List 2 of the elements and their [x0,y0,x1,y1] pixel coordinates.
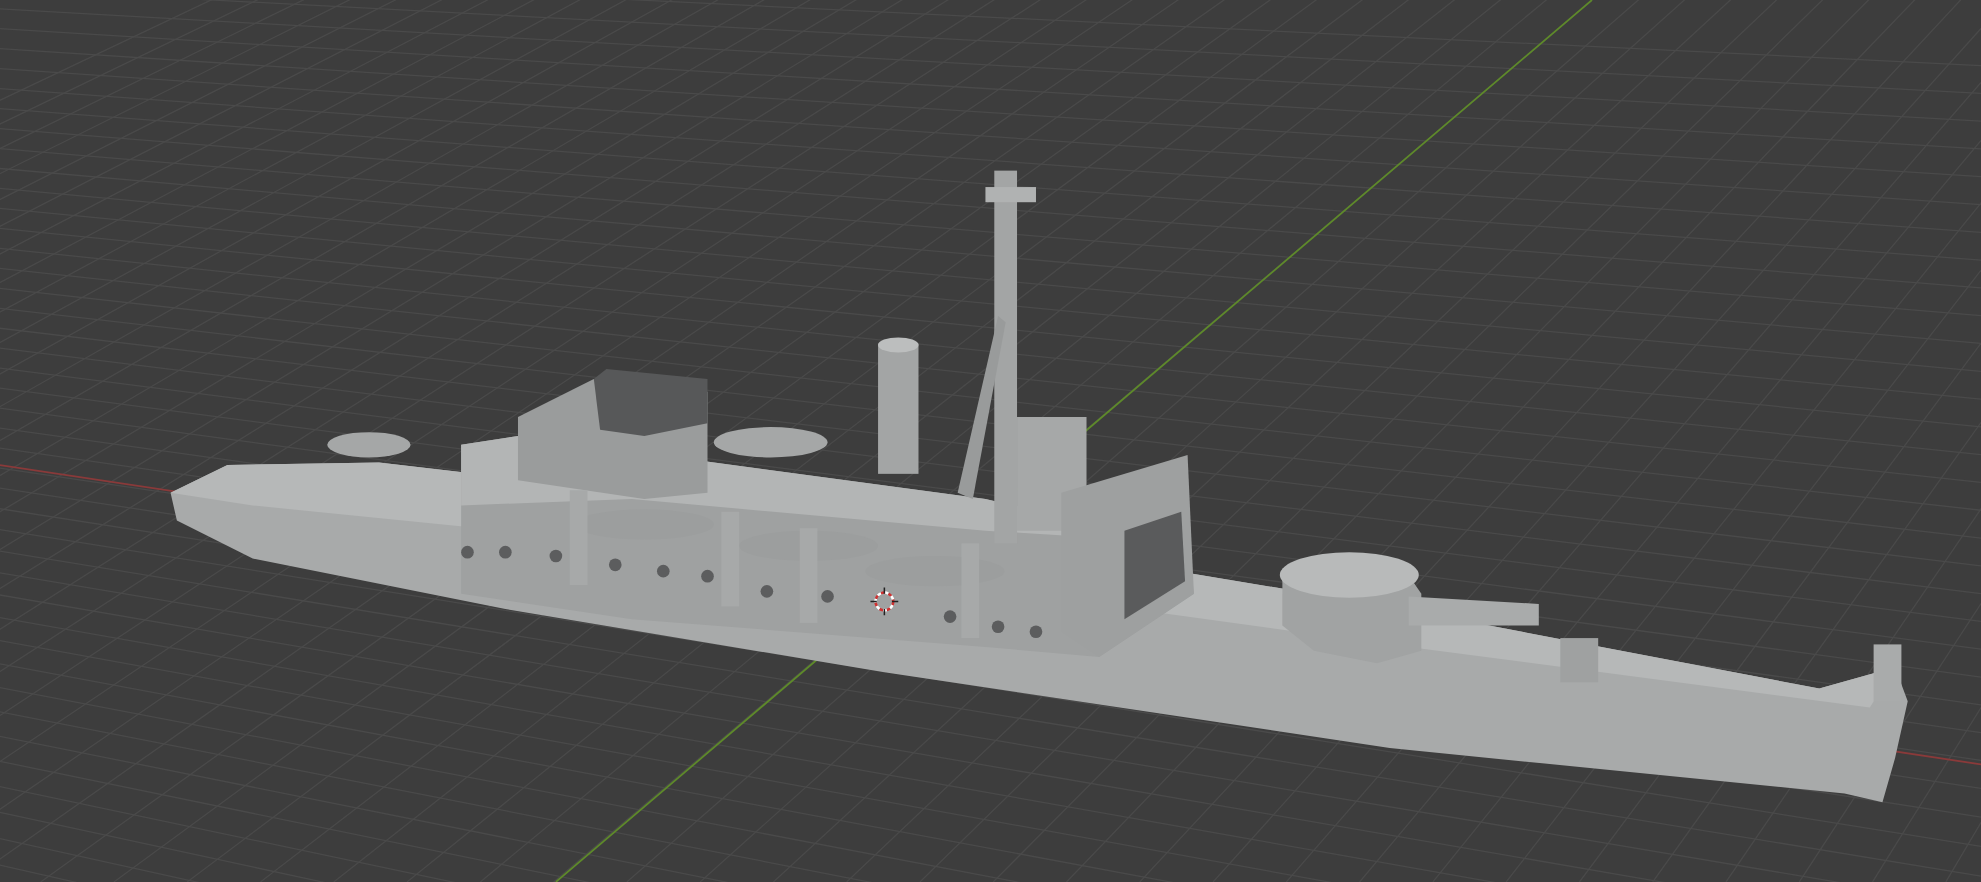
3d-cursor-icon[interactable] [869,586,900,617]
ship-model-drawing[interactable] [170,170,1908,803]
